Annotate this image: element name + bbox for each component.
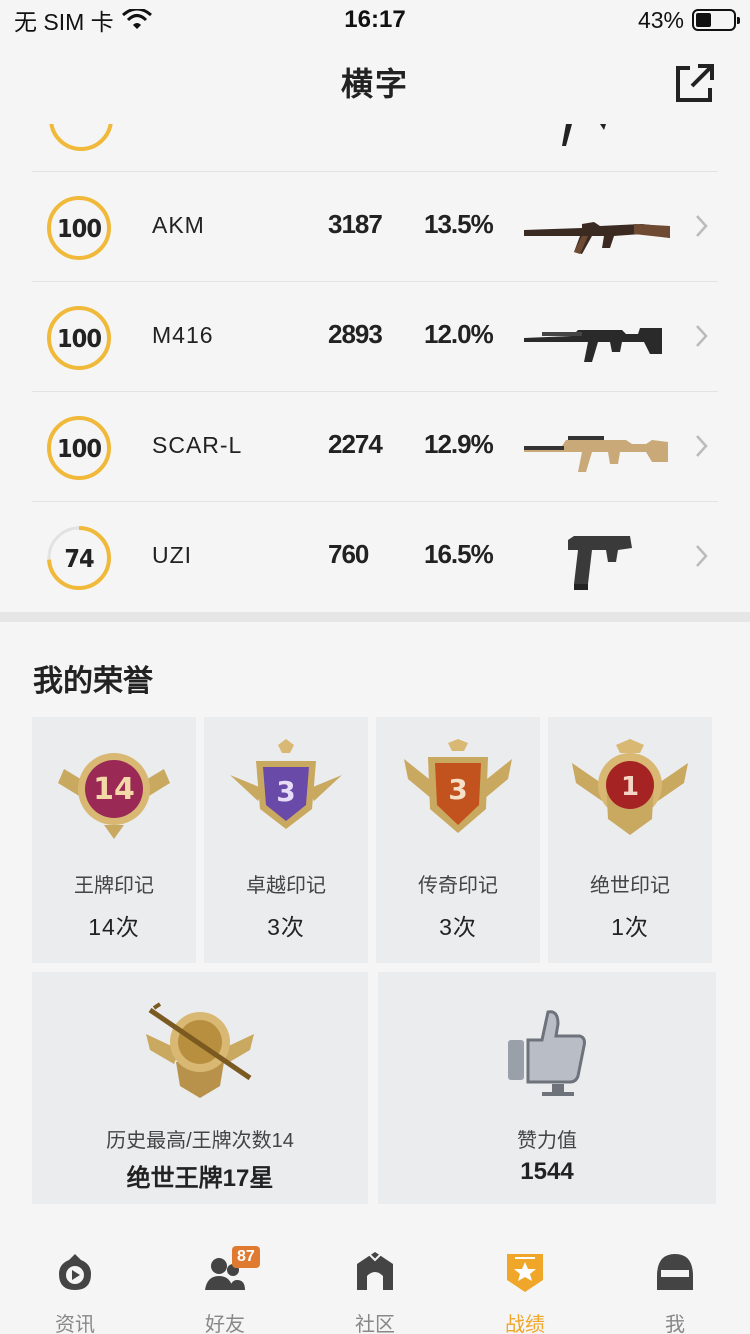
weapon-kills: 760 xyxy=(328,539,369,569)
badge-count: 3次 xyxy=(439,914,477,940)
badge-number: 3 xyxy=(276,775,295,808)
weapon-kills: 2274 xyxy=(328,429,383,459)
weapon-list: 100 AKM 3187 13.5% 100 M416 2893 12.0% 100 SCAR-L… xyxy=(0,124,750,612)
tab-label: 我 xyxy=(665,1314,685,1334)
tab-record[interactable]: 战绩 xyxy=(450,1240,600,1334)
weapon-kills: 3187 xyxy=(328,209,383,239)
weapon-row[interactable]: 100 M416 2893 12.0% xyxy=(32,281,718,391)
battery-percent: 43% xyxy=(637,6,684,33)
tab-news[interactable]: 资讯 xyxy=(0,1240,150,1334)
share-external-icon[interactable] xyxy=(672,62,716,106)
weapon-name: AKM xyxy=(152,212,205,238)
tab-label: 好友 xyxy=(205,1314,245,1334)
thumbs-up-icon xyxy=(508,1010,586,1096)
history-card[interactable]: 历史最高/王牌次数14 绝世王牌17星 xyxy=(32,972,368,1204)
title-bar: 横字 xyxy=(0,40,750,124)
community-icon xyxy=(357,1252,393,1290)
tab-me[interactable]: 我 xyxy=(600,1240,750,1334)
news-play-icon xyxy=(59,1254,91,1290)
weapon-image xyxy=(568,536,632,590)
weapon-image xyxy=(524,436,668,472)
chevron-right-icon xyxy=(696,545,708,567)
wifi-icon xyxy=(121,9,152,29)
badge-card-excellent[interactable]: 3 卓越印记 3次 xyxy=(204,717,368,963)
history-label: 历史最高/王牌次数14 xyxy=(106,1130,294,1152)
badge-card-peerless[interactable]: 1 绝世印记 1次 xyxy=(548,717,712,963)
badge-card-ace[interactable]: 14 王牌印记 14次 xyxy=(32,717,196,963)
tab-community[interactable]: 社区 xyxy=(300,1240,450,1334)
badge-number: 14 xyxy=(93,772,135,807)
status-right: 43% xyxy=(476,6,740,34)
badge-label: 绝世印记 xyxy=(590,875,670,897)
badge-count: 1次 xyxy=(611,914,649,940)
friends-count-badge: 87 xyxy=(232,1246,260,1268)
honors-title: 我的荣誉 xyxy=(33,665,153,698)
badge-label: 传奇印记 xyxy=(418,875,498,897)
weapon-name: M416 xyxy=(152,322,214,348)
peerless-medal-icon: 1 xyxy=(572,739,688,835)
status-time: 16:17 xyxy=(344,6,406,33)
weapon-row[interactable]: 100 SCAR-L 2274 12.9% xyxy=(32,391,718,501)
chevron-right-icon xyxy=(696,325,708,347)
tab-bar: 资讯 87 好友 社区 战绩 我 xyxy=(0,1240,750,1334)
weapon-rate: 16.5% xyxy=(424,539,494,569)
history-value: 绝世王牌17星 xyxy=(126,1165,274,1192)
weapon-rate: 12.0% xyxy=(424,319,494,349)
battery-icon xyxy=(692,9,740,31)
badge-number: 3 xyxy=(448,773,467,806)
history-emblem-icon xyxy=(146,1002,254,1098)
badge-count: 14次 xyxy=(88,914,140,940)
badge-label: 卓越印记 xyxy=(246,875,326,897)
carrier-label: 无 SIM 卡 xyxy=(14,9,114,35)
likes-card[interactable]: 赞力值 1544 xyxy=(378,972,716,1204)
likes-value: 1544 xyxy=(520,1158,574,1185)
weapon-row[interactable]: 100 AKM 3187 13.5% xyxy=(32,171,718,281)
weapon-rating: 100 xyxy=(57,323,102,353)
tab-label: 社区 xyxy=(355,1314,395,1334)
weapon-rate: 13.5% xyxy=(424,209,494,239)
likes-label: 赞力值 xyxy=(517,1130,577,1152)
weapon-row[interactable]: 74 UZI 760 16.5% xyxy=(32,501,718,611)
chevron-right-icon xyxy=(696,435,708,457)
tab-label: 资讯 xyxy=(55,1314,95,1334)
weapon-rate: 12.9% xyxy=(424,429,494,459)
honors-section: 我的荣誉 14 王牌印记 14次 3 卓越印记 3次 3 传奇印记 3次 1 绝… xyxy=(0,622,750,1232)
rating-ring-partial xyxy=(49,124,113,151)
tab-friends[interactable]: 87 好友 xyxy=(150,1240,300,1334)
weapon-rating: 74 xyxy=(64,543,94,573)
status-bar: 无 SIM 卡 16:17 43% xyxy=(0,0,750,40)
weapon-image xyxy=(524,222,670,254)
ace-medal-icon: 14 xyxy=(58,753,170,839)
weapon-image xyxy=(524,328,662,362)
badge-count: 3次 xyxy=(267,914,305,940)
helmet-icon xyxy=(657,1254,693,1290)
tab-label: 战绩 xyxy=(505,1314,545,1334)
weapon-image-partial xyxy=(562,124,606,146)
section-divider xyxy=(0,612,750,622)
legend-medal-icon: 3 xyxy=(404,739,512,833)
battery-fill xyxy=(696,13,712,27)
weapon-name: UZI xyxy=(152,542,193,568)
badge-card-legend[interactable]: 3 传奇印记 3次 xyxy=(376,717,540,963)
weapon-rating: 100 xyxy=(57,213,102,243)
weapon-name: SCAR-L xyxy=(152,432,243,458)
weapon-rating: 100 xyxy=(57,433,102,463)
record-shield-icon xyxy=(507,1254,543,1292)
chevron-right-icon xyxy=(696,215,708,237)
badge-label: 王牌印记 xyxy=(74,875,154,897)
status-left: 无 SIM 卡 xyxy=(14,3,274,37)
page-title: 横字 xyxy=(340,66,409,102)
excellent-medal-icon: 3 xyxy=(230,739,342,829)
badge-number: 1 xyxy=(621,772,639,802)
weapon-kills: 2893 xyxy=(328,319,383,349)
partial-weapon-row xyxy=(0,124,750,171)
